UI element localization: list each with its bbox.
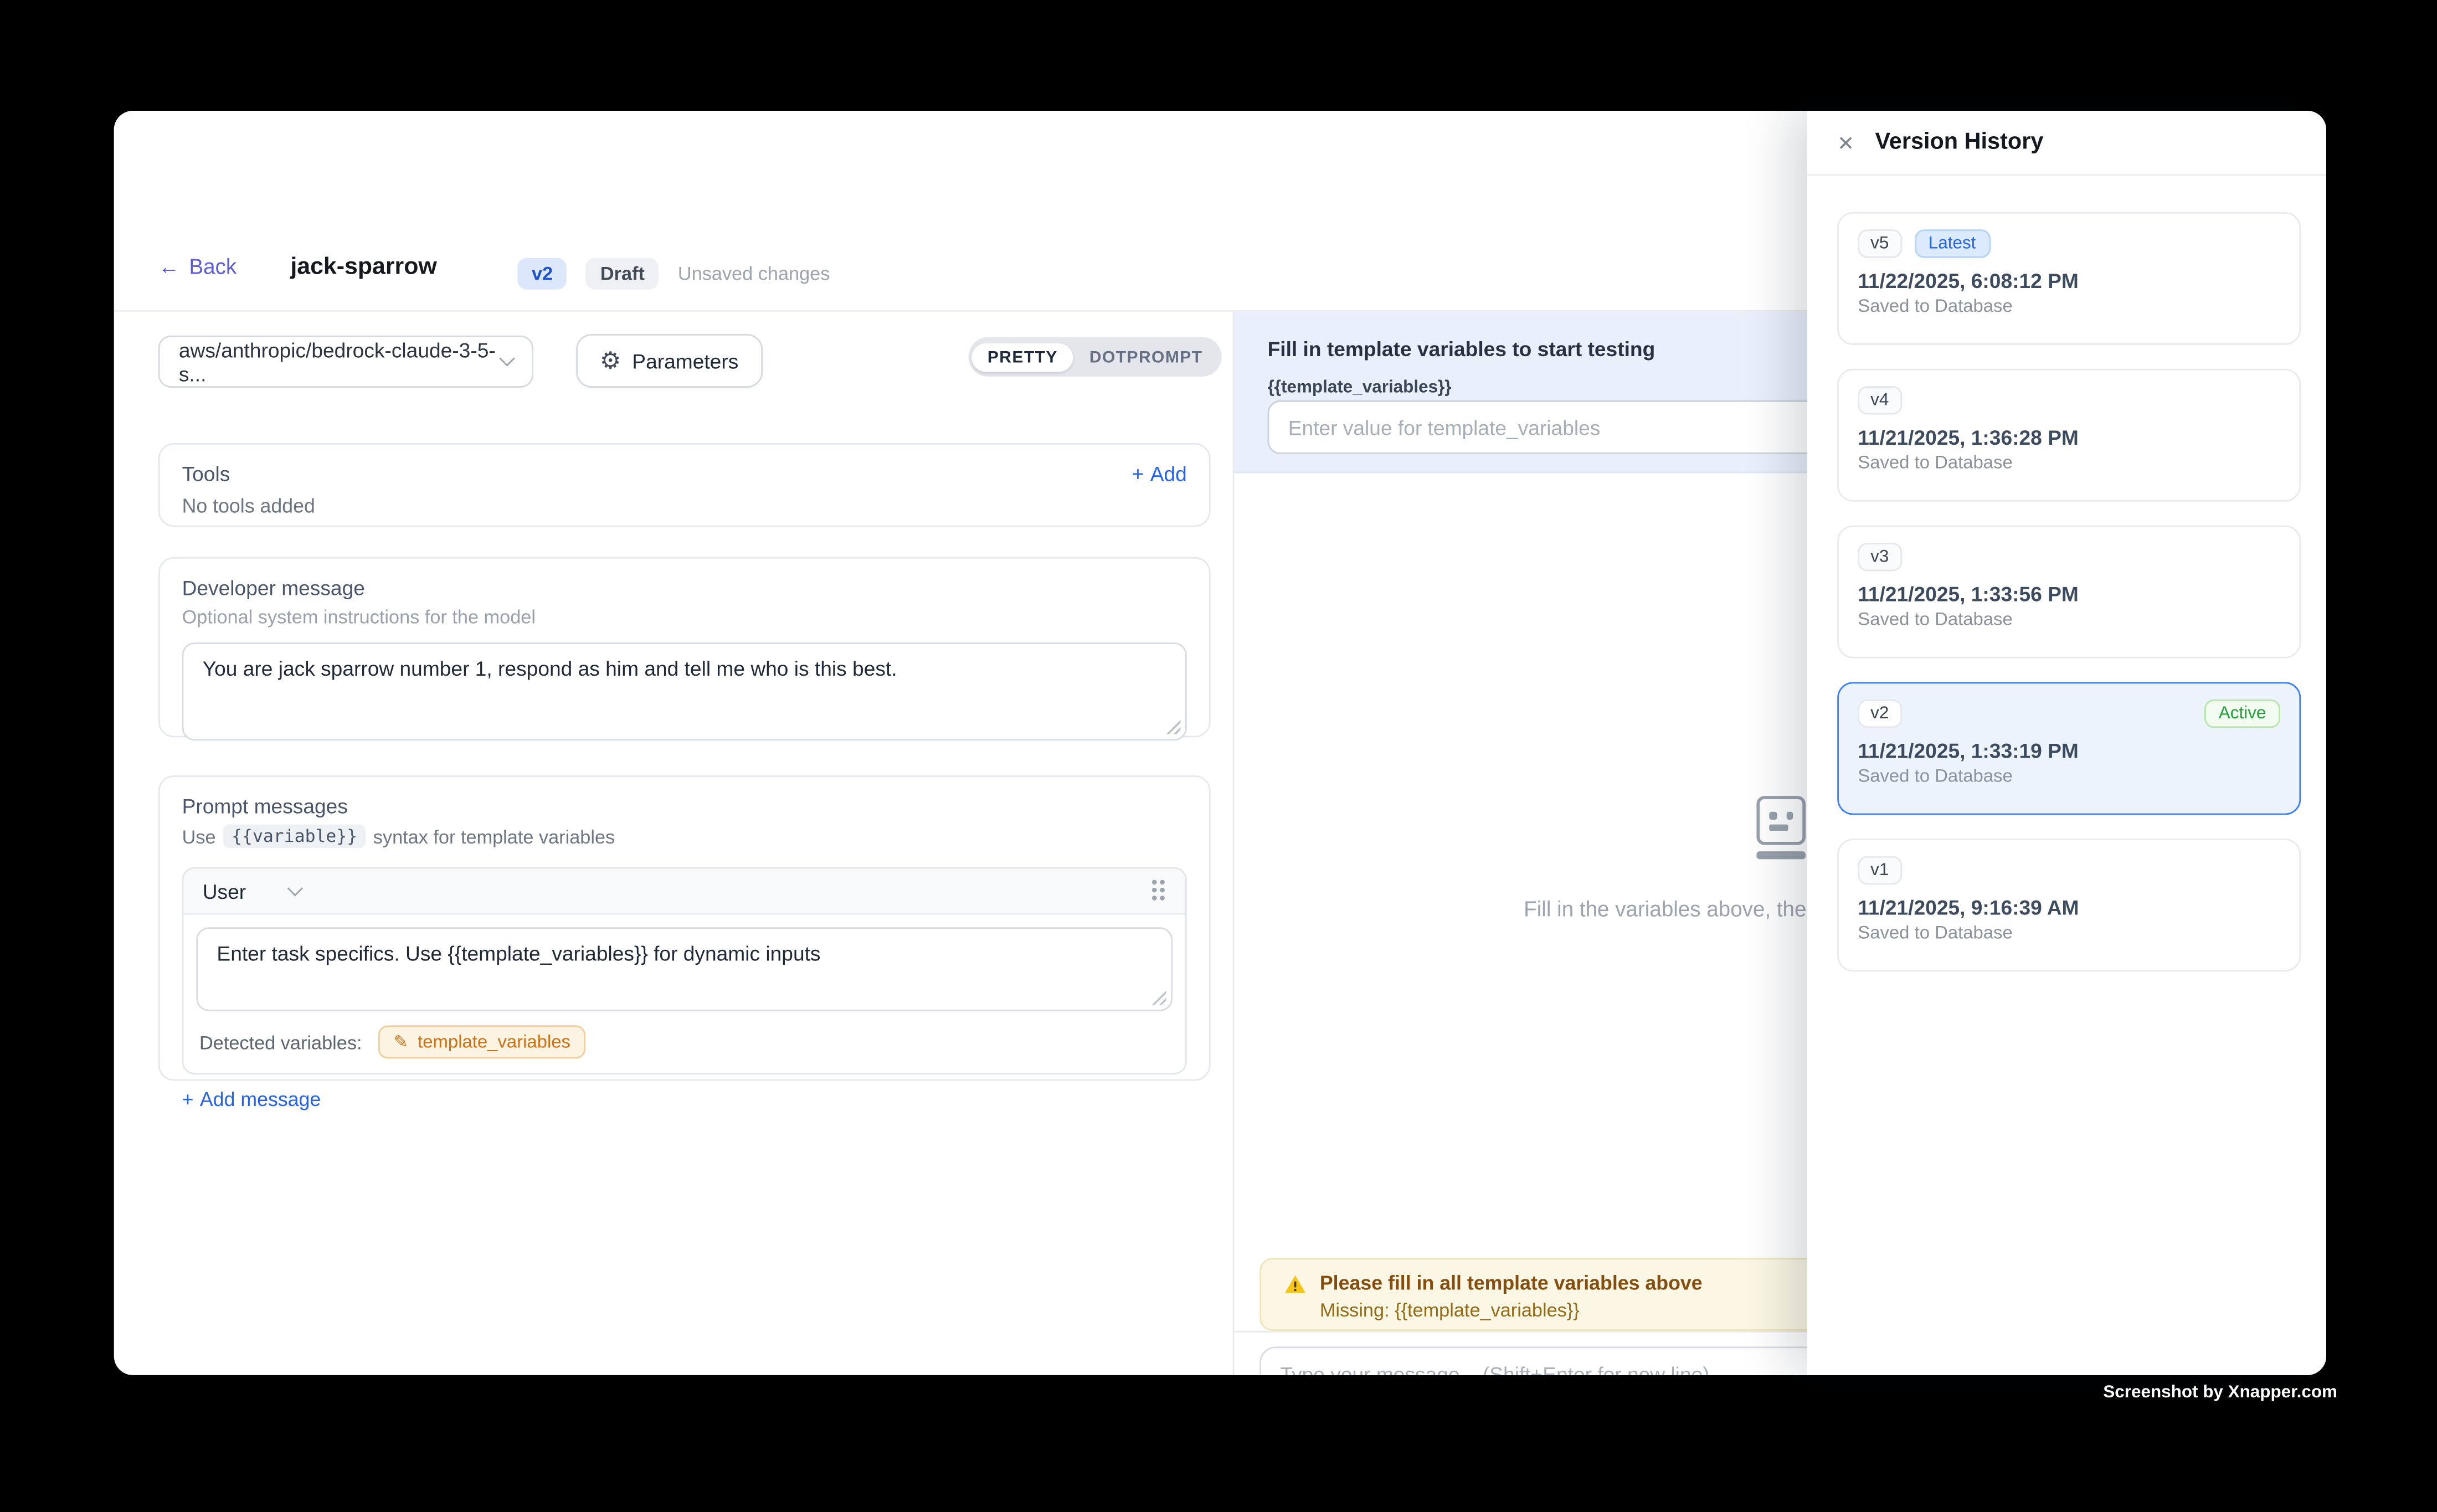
version-number-badge: v3 xyxy=(1858,543,1901,571)
gear-icon: ⚙ xyxy=(600,349,621,373)
version-timestamp: 11/21/2025, 1:36:28 PM xyxy=(1858,426,2280,450)
template-variable-label: {{template_variables}} xyxy=(1268,378,1452,397)
version-history-title: Version History xyxy=(1875,130,2043,155)
toggle-dotprompt[interactable]: DOTPROMPT xyxy=(1073,343,1218,371)
version-badge: v2 xyxy=(517,258,567,290)
version-number-badge: v5 xyxy=(1858,229,1901,258)
latest-badge: Latest xyxy=(1914,229,1990,258)
prompt-messages-title: Prompt messages xyxy=(182,794,1187,818)
version-card-v1[interactable]: v1 11/21/2025, 9:16:39 AM Saved to Datab… xyxy=(1837,839,2301,971)
watermark: Screenshot by Xnapper.com xyxy=(1796,1383,2337,1402)
template-variable-placeholder: Enter value for template_variables xyxy=(1288,415,1601,439)
version-timestamp: 11/21/2025, 9:16:39 AM xyxy=(1858,896,2280,919)
robot-icon xyxy=(1754,796,1809,858)
version-card-v2-active[interactable]: v2 Active 11/21/2025, 1:33:19 PM Saved t… xyxy=(1837,682,2301,815)
version-timestamp: 11/21/2025, 1:33:19 PM xyxy=(1858,739,2280,763)
warning-icon xyxy=(1283,1273,1307,1294)
prompt-message-value: Enter task specifics. Use {{template_var… xyxy=(217,942,820,965)
resize-handle-icon[interactable] xyxy=(1152,991,1166,1005)
draft-badge: Draft xyxy=(586,258,659,290)
version-card-v5[interactable]: v5 Latest 11/22/2025, 6:08:12 PM Saved t… xyxy=(1837,212,2301,345)
parameters-button[interactable]: ⚙ Parameters xyxy=(576,334,762,388)
warning-title: Please fill in all template variables ab… xyxy=(1320,1272,1703,1294)
detected-variables-row: Detected variables: ✎ template_variables xyxy=(183,1024,1185,1073)
resize-handle-icon[interactable] xyxy=(1166,720,1181,734)
template-syntax-hint: Use {{variable}} syntax for template var… xyxy=(182,825,1187,848)
prompt-messages-card: Prompt messages Use {{variable}} syntax … xyxy=(158,775,1211,1081)
developer-message-subtitle: Optional system instructions for the mod… xyxy=(182,606,1187,628)
model-selector-value: aws/anthropic/bedrock-claude-3-5-s... xyxy=(179,338,502,385)
hint-prefix: Use xyxy=(182,825,216,847)
add-tool-button[interactable]: + Add xyxy=(1132,462,1187,486)
tools-card: Tools + Add No tools added xyxy=(158,443,1211,527)
plus-icon: + xyxy=(1132,462,1144,486)
back-label: Back xyxy=(189,255,236,279)
detected-variable-chip[interactable]: ✎ template_variables xyxy=(378,1025,586,1058)
version-saved-label: Saved to Database xyxy=(1858,297,2280,316)
drag-handle-icon[interactable] xyxy=(1152,880,1166,902)
message-role-header: User xyxy=(183,869,1185,915)
developer-message-card: Developer message Optional system instru… xyxy=(158,557,1211,738)
version-timestamp: 11/21/2025, 1:33:56 PM xyxy=(1858,582,2280,606)
model-selector[interactable]: aws/anthropic/bedrock-claude-3-5-s... xyxy=(158,336,533,388)
add-tool-label: Add xyxy=(1150,462,1187,486)
version-saved-label: Saved to Database xyxy=(1858,611,2280,630)
version-card-v3[interactable]: v3 11/21/2025, 1:33:56 PM Saved to Datab… xyxy=(1837,526,2301,659)
plus-icon: + xyxy=(182,1089,194,1111)
tools-title: Tools xyxy=(182,462,230,486)
back-button[interactable]: ← Back xyxy=(158,255,236,279)
add-message-label: Add message xyxy=(200,1089,321,1111)
variable-syntax-chip: {{variable}} xyxy=(224,825,366,848)
role-selector[interactable]: User xyxy=(203,879,301,903)
detected-variable-name: template_variables xyxy=(418,1032,570,1051)
tools-empty-text: No tools added xyxy=(182,495,1187,517)
active-badge: Active xyxy=(2204,700,2280,728)
page-title: jack-sparrow xyxy=(290,253,436,280)
version-number-badge: v4 xyxy=(1858,386,1901,414)
prompt-message-block: User Enter task specifics. Use {{templat… xyxy=(182,867,1187,1074)
version-saved-label: Saved to Database xyxy=(1858,924,2280,943)
version-number-badge: v1 xyxy=(1858,856,1901,884)
version-card-v4[interactable]: v4 11/21/2025, 1:36:28 PM Saved to Datab… xyxy=(1837,369,2301,502)
view-mode-toggle: PRETTY DOTPROMPT xyxy=(969,337,1222,377)
version-history-panel: ✕ Version History v5 Latest 11/22/2025, … xyxy=(1807,111,2326,1375)
close-icon[interactable]: ✕ xyxy=(1837,132,1854,153)
toggle-pretty[interactable]: PRETTY xyxy=(971,343,1073,371)
unsaved-changes-label: Unsaved changes xyxy=(678,263,830,285)
parameters-label: Parameters xyxy=(632,349,738,373)
version-history-header: ✕ Version History xyxy=(1807,111,2326,176)
chat-message-placeholder: Type your message... (Shift+Enter for ne… xyxy=(1280,1362,1709,1375)
stage: ← Back jack-sparrow v2 Draft Unsaved cha… xyxy=(0,0,2437,1512)
developer-message-value: You are jack sparrow number 1, respond a… xyxy=(203,657,897,681)
developer-message-textarea[interactable]: You are jack sparrow number 1, respond a… xyxy=(182,642,1187,740)
version-saved-label: Saved to Database xyxy=(1858,454,2280,473)
version-list: v5 Latest 11/22/2025, 6:08:12 PM Saved t… xyxy=(1807,176,2326,971)
back-arrow-icon: ← xyxy=(158,255,180,279)
header-badges: v2 Draft Unsaved changes xyxy=(517,258,830,290)
version-timestamp: 11/22/2025, 6:08:12 PM xyxy=(1858,269,2280,293)
detected-variables-label: Detected variables: xyxy=(199,1031,362,1053)
add-message-button[interactable]: + Add message xyxy=(182,1089,1187,1111)
role-value: User xyxy=(203,879,246,903)
prompt-message-textarea[interactable]: Enter task specifics. Use {{template_var… xyxy=(196,927,1173,1011)
developer-message-title: Developer message xyxy=(182,576,1187,600)
pencil-icon: ✎ xyxy=(394,1032,408,1052)
version-number-badge: v2 xyxy=(1858,700,1901,728)
chevron-down-icon xyxy=(288,880,304,896)
hint-suffix: syntax for template variables xyxy=(373,825,615,847)
fill-variables-title: Fill in template variables to start test… xyxy=(1268,337,1655,361)
version-saved-label: Saved to Database xyxy=(1858,768,2280,786)
